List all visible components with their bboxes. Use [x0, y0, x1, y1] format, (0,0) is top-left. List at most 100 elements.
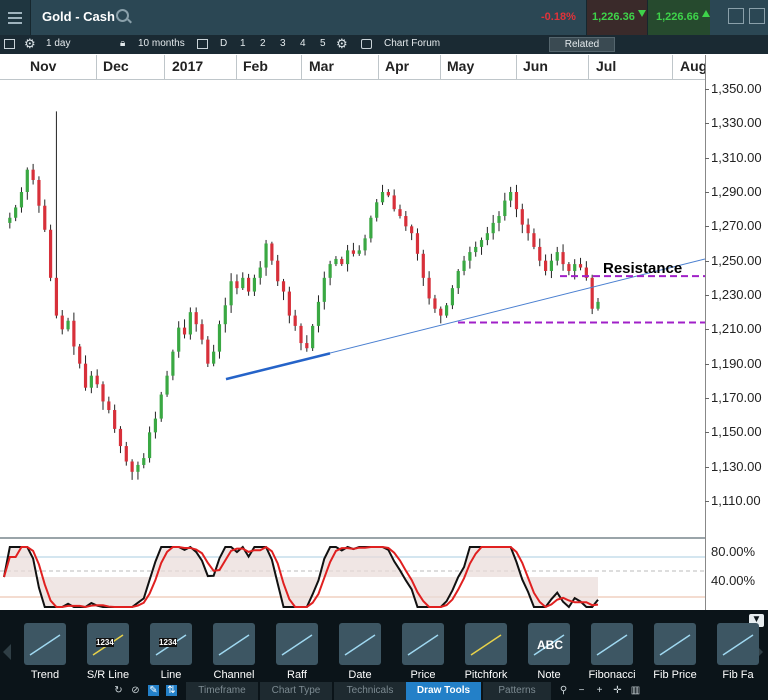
tool-glyph-line [470, 634, 502, 656]
sell-price: 1,226.36 [592, 11, 635, 23]
tab-patterns[interactable]: Patterns [483, 682, 551, 700]
candle-body [316, 301, 321, 326]
search-icon[interactable] [116, 9, 129, 22]
tab-draw-tools[interactable]: Draw Tools [406, 682, 481, 700]
tool-label: Fib Price [653, 669, 697, 681]
tool-glyph-line [29, 634, 61, 656]
candle-body [334, 258, 338, 265]
candle-body [439, 308, 443, 316]
period-4[interactable]: 4 [300, 38, 306, 49]
tab-timeframe[interactable]: Timeframe [186, 682, 258, 700]
pencil-icon[interactable]: ✎ [148, 685, 159, 696]
note-icon[interactable]: ABC [528, 623, 570, 665]
pitchfork-icon[interactable] [465, 623, 507, 665]
period-D[interactable]: D [220, 38, 227, 49]
candle-body [171, 351, 175, 376]
date-icon[interactable] [339, 623, 381, 665]
gear-icon[interactable]: ⚙ [24, 37, 36, 51]
price-chart[interactable] [0, 80, 705, 536]
volume-bars-icon[interactable]: ▥ [630, 685, 641, 696]
candle-body [567, 264, 571, 271]
month-divider [440, 55, 441, 79]
refresh-icon[interactable]: ↻ [113, 685, 124, 696]
trend-line-icon[interactable] [24, 623, 66, 665]
crosshair-icon[interactable]: ✛ [612, 685, 623, 696]
candle-body [538, 246, 542, 261]
candle-body [351, 250, 356, 254]
candle-body [311, 325, 315, 349]
month-divider [301, 55, 302, 79]
tool-label: Fibonacci [588, 669, 636, 681]
zoom-icon[interactable]: ⚲ [558, 685, 569, 696]
price-tick [705, 363, 709, 365]
chart-type-icon[interactable] [4, 39, 15, 49]
tab-chart-type[interactable]: Chart Type [260, 682, 332, 700]
month-divider [164, 55, 165, 79]
raff-icon[interactable] [276, 623, 318, 665]
period-5[interactable]: 5 [320, 38, 326, 49]
sell-price-box[interactable]: 1,226.36 [586, 0, 647, 35]
price-tick-label: 1,170.00 [711, 390, 762, 405]
candle-body [14, 207, 18, 218]
zoom-in-icon[interactable]: + [594, 685, 605, 696]
candle-body [328, 264, 332, 278]
candle-body [305, 343, 309, 349]
stoch-label-40: 40.00% [711, 573, 756, 588]
candle-body [573, 264, 577, 271]
candle-body [130, 461, 134, 472]
close-icon[interactable] [749, 8, 765, 24]
swap-icon[interactable]: ⇅ [166, 685, 177, 696]
month-label: Apr [385, 58, 410, 74]
raff-icon-glyph [281, 634, 313, 656]
zoom-out-icon[interactable]: − [576, 685, 587, 696]
period-3[interactable]: 3 [280, 38, 286, 49]
fibonacci-icon[interactable] [591, 623, 633, 665]
price-tick [705, 501, 709, 502]
sr-line-icon[interactable]: 1234 [87, 623, 129, 665]
candle-body [555, 252, 559, 261]
fib-price-icon[interactable] [654, 623, 696, 665]
range-select[interactable]: 10 months [138, 38, 185, 49]
month-divider [516, 55, 517, 79]
period-1[interactable]: 1 [240, 38, 246, 49]
lock-icon[interactable]: 🔒︎ [120, 38, 125, 49]
candle-body [497, 216, 501, 223]
fibonacci-icon-glyph [596, 634, 628, 656]
candle-body [194, 312, 198, 325]
interval-select[interactable]: 1 day [46, 38, 70, 49]
settings-gear-icon[interactable]: ⚙ [336, 37, 348, 51]
tool-label: Date [348, 669, 372, 681]
popout-icon[interactable] [728, 8, 744, 24]
trend-line-icon-glyph [29, 634, 61, 656]
stochastic-panel[interactable] [0, 537, 705, 611]
related-button[interactable]: Related [549, 37, 615, 52]
candle-body [293, 315, 297, 326]
tab-technicals[interactable]: Technicals [334, 682, 406, 700]
tool-glyph-line [659, 634, 691, 656]
no-entry-icon[interactable]: ⊘ [130, 685, 141, 696]
candle-body [246, 277, 251, 292]
chat-icon[interactable] [361, 39, 372, 49]
price-icon[interactable] [402, 623, 444, 665]
calendar-icon[interactable] [197, 39, 208, 49]
channel-icon[interactable] [213, 623, 255, 665]
period-2[interactable]: 2 [260, 38, 266, 49]
down-arrow-icon [638, 10, 646, 17]
tool-glyph-line [407, 634, 439, 656]
candle-body [206, 339, 210, 364]
menu-button[interactable] [0, 0, 31, 35]
line-icon[interactable]: 1234 [150, 623, 192, 665]
price-tick-label: 1,270.00 [711, 218, 762, 234]
scroll-left-icon[interactable] [3, 644, 11, 660]
fib-fan-icon[interactable] [717, 623, 759, 665]
candle-body [386, 192, 390, 196]
stoch-label-80: 80.00% [711, 544, 756, 559]
candle-body [78, 346, 82, 364]
price-tick-label: 1,330.00 [711, 115, 762, 131]
candle-body [590, 277, 594, 309]
candle-body [31, 169, 35, 180]
chart-forum-link[interactable]: Chart Forum [384, 38, 440, 49]
buy-price-box[interactable]: 1,226.66 [647, 0, 710, 35]
tool-glyph-line [722, 634, 754, 656]
price-tick-label: 1,350.00 [711, 81, 762, 96]
